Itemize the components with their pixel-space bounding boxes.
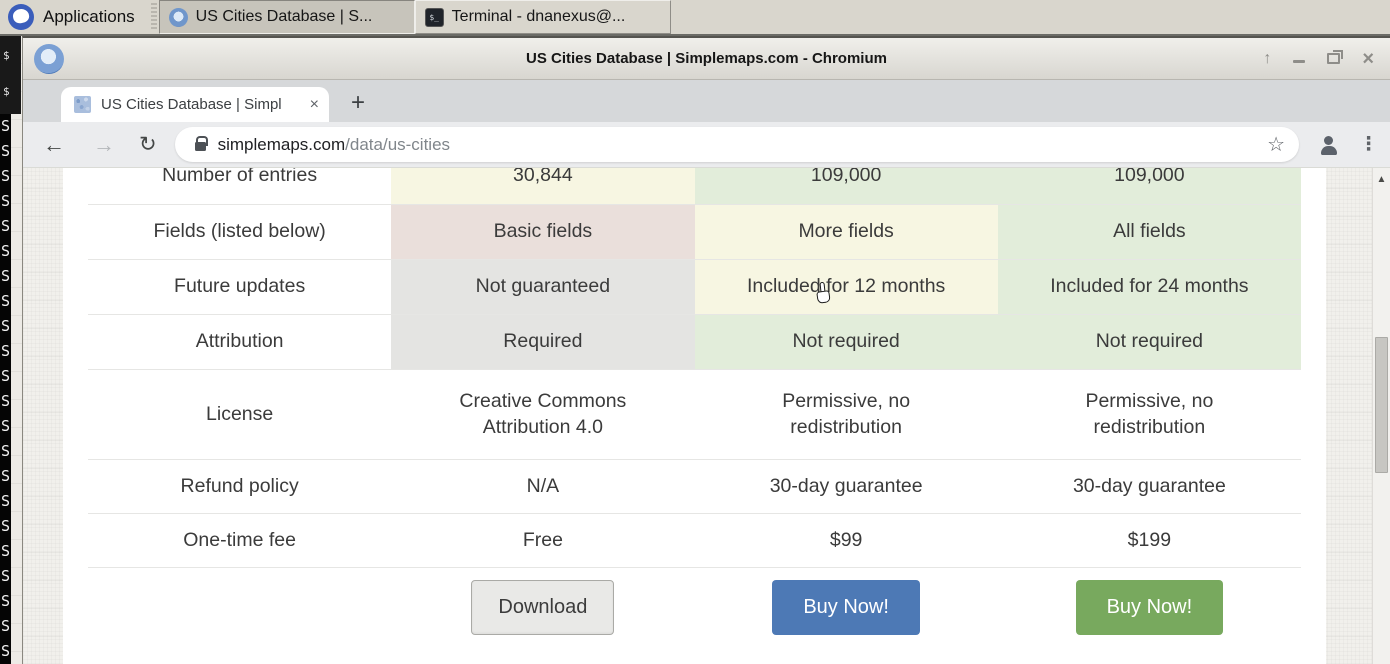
- row-cell-basic: Permissive, no redistribution: [695, 370, 998, 459]
- page-scrollbar[interactable]: ▲: [1372, 168, 1390, 664]
- new-tab-button[interactable]: +: [351, 91, 365, 115]
- table-row: Attribution Required Not required Not re…: [88, 315, 1301, 370]
- terminal-icon: $_: [425, 8, 444, 27]
- row-cell-free: Not guaranteed: [391, 260, 694, 314]
- row-cell-basic: $99: [695, 514, 998, 567]
- row-cell-comprehensive: Included for 24 months: [998, 260, 1301, 314]
- buy-now-button-99[interactable]: Buy Now!: [772, 580, 920, 635]
- tab-favicon-icon: [74, 96, 91, 113]
- row-cell-basic: 109,000: [695, 168, 998, 204]
- scrollbar-thumb[interactable]: [1375, 337, 1388, 473]
- address-bar[interactable]: simplemaps.com /data/us-cities ☆: [175, 127, 1299, 162]
- row-label: Future updates: [88, 260, 391, 314]
- window-titlebar[interactable]: US Cities Database | Simplemaps.com - Ch…: [23, 38, 1390, 80]
- row-cell-comprehensive: $199: [998, 514, 1301, 567]
- download-button[interactable]: Download: [471, 580, 614, 635]
- desktop-taskbar: Applications US Cities Database | S... $…: [0, 0, 1390, 36]
- row-cell-free: Required: [391, 315, 694, 369]
- window-title: US Cities Database | Simplemaps.com - Ch…: [23, 50, 1390, 67]
- url-domain: simplemaps.com: [218, 135, 346, 155]
- applications-menu-button[interactable]: Applications: [0, 0, 149, 34]
- row-cell-comprehensive: Permissive, no redistribution: [998, 370, 1301, 459]
- taskbar-task-browser[interactable]: US Cities Database | S...: [159, 0, 415, 34]
- browser-tab-active[interactable]: US Cities Database | Simpl ×: [61, 87, 329, 122]
- row-cell-free: Basic fields: [391, 205, 694, 259]
- row-label: Fields (listed below): [88, 205, 391, 259]
- row-cell-basic: More fields: [695, 205, 998, 259]
- terminal-text-column: S S S S S S S S S S S S S S S S S S S S …: [0, 114, 11, 664]
- row-label: License: [88, 370, 391, 459]
- table-row: License Creative Commons Attribution 4.0…: [88, 370, 1301, 460]
- tab-title: US Cities Database | Simpl: [101, 96, 300, 113]
- buy-now-button-199[interactable]: Buy Now!: [1076, 580, 1224, 635]
- table-row: Fields (listed below) Basic fields More …: [88, 205, 1301, 260]
- pricing-table: Number of entries 30,844 109,000 109,000…: [88, 168, 1301, 663]
- menu-dots-icon[interactable]: ⋮: [1359, 133, 1378, 156]
- button-cell-empty: [88, 568, 391, 663]
- taskbar-task-terminal[interactable]: $_ Terminal - dnanexus@...: [415, 0, 671, 34]
- row-cell-basic: 30-day guarantee: [695, 460, 998, 513]
- close-window-button[interactable]: ×: [1362, 50, 1374, 68]
- back-icon[interactable]: ←: [43, 132, 65, 158]
- scrollbar-up-arrow-icon[interactable]: ▲: [1373, 174, 1390, 185]
- row-cell-comprehensive: All fields: [998, 205, 1301, 259]
- table-row: Number of entries 30,844 109,000 109,000: [88, 168, 1301, 205]
- terminal-window-fragment[interactable]: $ $: [0, 36, 21, 114]
- page-content: Number of entries 30,844 109,000 109,000…: [23, 168, 1390, 664]
- row-cell-basic: Included for 12 months: [695, 260, 998, 314]
- row-cell-free: 30,844: [391, 168, 694, 204]
- row-cell-comprehensive: 30-day guarantee: [998, 460, 1301, 513]
- row-label: Number of entries: [88, 168, 391, 204]
- minimize-window-button[interactable]: [1293, 60, 1305, 63]
- chromium-icon: [169, 8, 188, 27]
- tab-close-icon[interactable]: ×: [310, 96, 319, 114]
- shade-window-button[interactable]: ↑: [1263, 50, 1271, 68]
- row-cell-free: N/A: [391, 460, 694, 513]
- row-cell-basic: Not required: [695, 315, 998, 369]
- applications-menu-label: Applications: [43, 7, 135, 27]
- taskbar-task-browser-label: US Cities Database | S...: [196, 8, 373, 26]
- bookmark-star-icon[interactable]: ☆: [1267, 132, 1285, 157]
- pricing-table-card: Number of entries 30,844 109,000 109,000…: [63, 168, 1326, 664]
- browser-toolbar: ← → ↻ simplemaps.com /data/us-cities ☆ ⋮: [23, 122, 1390, 168]
- maximize-window-button[interactable]: [1327, 53, 1340, 64]
- reload-icon[interactable]: ↻: [139, 132, 157, 157]
- table-row: Future updates Not guaranteed Included f…: [88, 260, 1301, 315]
- row-cell-free: Creative Commons Attribution 4.0: [391, 370, 694, 459]
- row-label: One-time fee: [88, 514, 391, 567]
- screen: Applications US Cities Database | S... $…: [0, 0, 1390, 664]
- lock-icon[interactable]: [195, 142, 206, 151]
- profile-icon[interactable]: [1319, 136, 1339, 154]
- row-cell-free: Free: [391, 514, 694, 567]
- table-row: Refund policy N/A 30-day guarantee 30-da…: [88, 460, 1301, 514]
- url-path: /data/us-cities: [345, 135, 450, 155]
- row-cell-comprehensive: 109,000: [998, 168, 1301, 204]
- row-cell-comprehensive: Not required: [998, 315, 1301, 369]
- row-label: Refund policy: [88, 460, 391, 513]
- forward-icon[interactable]: →: [93, 132, 115, 158]
- table-buttons-row: Download Buy Now! Buy Now!: [88, 568, 1301, 663]
- table-row: One-time fee Free $99 $199: [88, 514, 1301, 568]
- taskbar-handle: [151, 3, 157, 31]
- browser-tab-strip: US Cities Database | Simpl × +: [23, 80, 1390, 122]
- browser-window: US Cities Database | Simplemaps.com - Ch…: [22, 36, 1390, 664]
- taskbar-task-terminal-label: Terminal - dnanexus@...: [452, 8, 626, 26]
- applications-menu-icon: [8, 4, 34, 30]
- chromium-window-icon: [34, 44, 64, 74]
- row-label: Attribution: [88, 315, 391, 369]
- window-controls: ↑ ×: [1263, 50, 1374, 68]
